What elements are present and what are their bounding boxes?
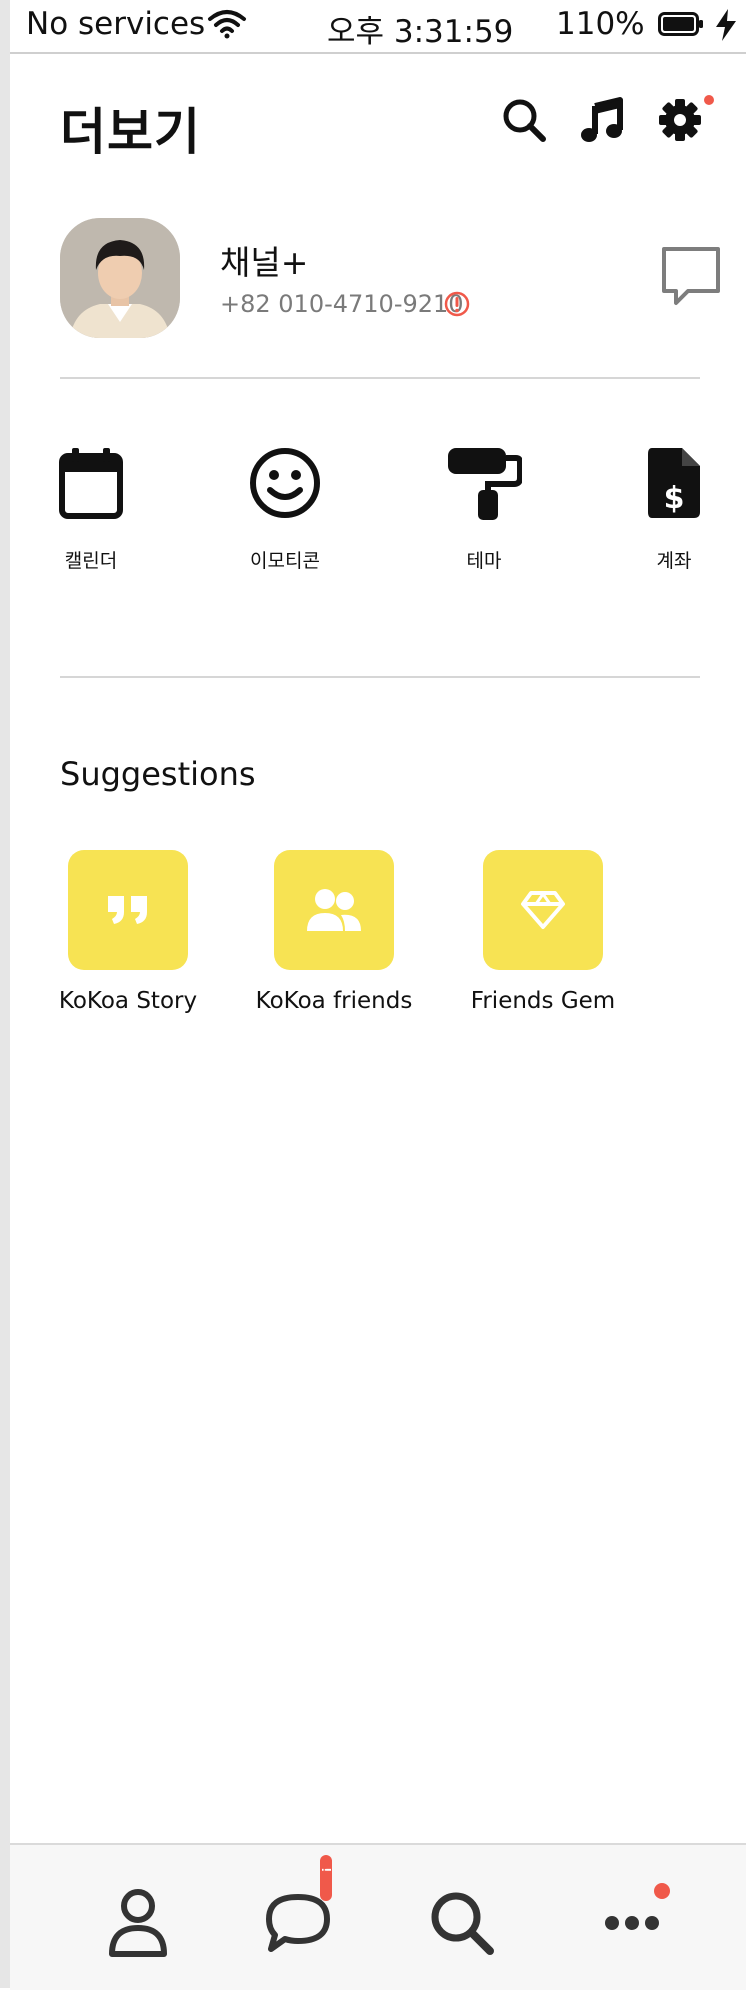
page-title: 더보기 (60, 103, 201, 161)
shortcut-account[interactable]: $ 계좌 (604, 446, 744, 573)
shortcut-emoticon[interactable]: 이모티콘 (215, 446, 355, 573)
suggestions-title: Suggestions (60, 755, 256, 793)
divider (60, 676, 700, 678)
suggestion-label: KoKoa Story (58, 988, 198, 1014)
divider (60, 377, 700, 379)
nav-more[interactable] (592, 1883, 672, 1965)
chat-icon (263, 1891, 333, 1959)
left-edge (0, 0, 10, 1988)
music-icon[interactable] (578, 96, 626, 144)
chat-badge: !! (319, 1855, 333, 1901)
nav-chats[interactable]: !! (258, 1855, 338, 1965)
suggestion-friends-gem[interactable]: Friends Gem (458, 850, 628, 1014)
nav-search[interactable] (422, 1885, 502, 1965)
nav-friends[interactable] (98, 1885, 178, 1965)
status-bar: No services 오후 3:31:59 110% (10, 0, 746, 54)
person-icon (107, 1888, 169, 1962)
settings-notification-dot (704, 95, 714, 105)
shortcut-calendar[interactable]: 캘린더 (21, 446, 161, 573)
gem-icon (483, 850, 603, 970)
chat-badge-count: !! (319, 1867, 333, 1869)
calendar-icon (21, 446, 161, 522)
users-icon (274, 850, 394, 970)
profile-name: 채널+ (220, 243, 309, 282)
charging-icon (714, 8, 738, 46)
carrier-label: No services (26, 6, 206, 42)
exclamation-circle-icon[interactable] (443, 290, 471, 322)
shortcut-label: 캘린더 (64, 550, 118, 572)
more-icon (602, 1913, 662, 1937)
suggestion-label: KoKoa friends (255, 988, 413, 1014)
suggestion-kokoa-story[interactable]: KoKoa Story (43, 850, 213, 1014)
dollar-document-icon: $ (604, 446, 744, 522)
battery-icon (658, 12, 704, 40)
avatar[interactable] (60, 218, 180, 338)
bottom-nav: !! (10, 1843, 746, 1990)
shortcut-theme[interactable]: 테마 (414, 446, 554, 573)
clock: 오후 3:31:59 (327, 14, 514, 50)
shortcut-label: 계좌 (656, 550, 692, 572)
quote-icon (68, 850, 188, 970)
shortcut-label: 이모티콘 (250, 550, 320, 572)
shortcut-label: 테마 (466, 550, 502, 572)
suggestion-label: Friends Gem (470, 988, 616, 1014)
wifi-icon (207, 9, 247, 43)
more-notification-dot (654, 1883, 670, 1899)
search-icon (428, 1889, 496, 1961)
battery-percent: 110% (556, 6, 645, 42)
smiley-icon (215, 446, 355, 522)
chat-bubble-icon[interactable] (658, 243, 724, 313)
svg-text:$: $ (664, 481, 685, 516)
settings-icon[interactable] (656, 96, 704, 144)
suggestion-kokoa-friends[interactable]: KoKoa friends (249, 850, 419, 1014)
search-icon[interactable] (500, 96, 548, 144)
profile-phone: +82 010-4710-9210 (220, 290, 464, 318)
paint-roller-icon (414, 446, 554, 522)
